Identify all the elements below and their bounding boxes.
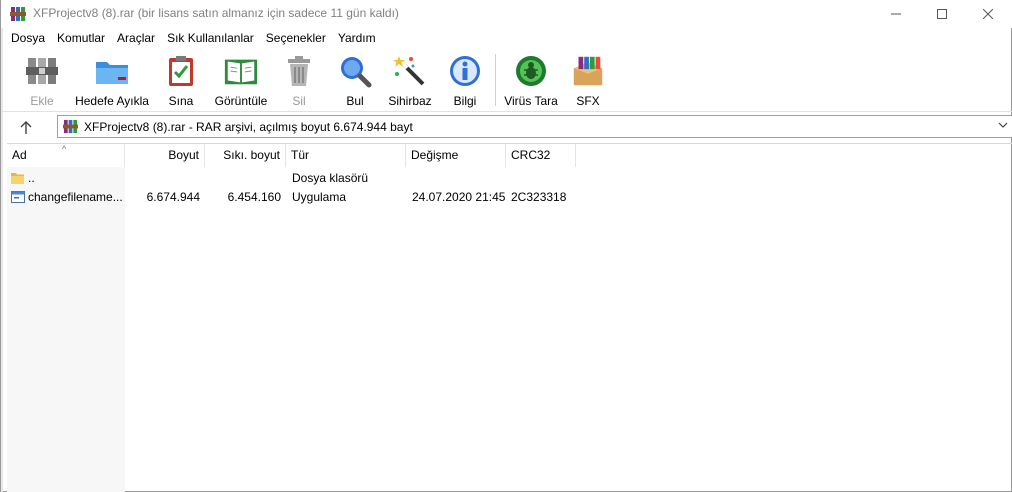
column-header-crc32[interactable]: CRC32	[506, 144, 576, 167]
column-header-name[interactable]: ^ Ad	[7, 144, 125, 167]
winrar-icon	[10, 6, 26, 22]
sfx-box-icon	[570, 52, 606, 90]
virus-scan-label: Virüs Tara	[504, 94, 558, 108]
column-name-label: Ad	[12, 148, 27, 162]
extract-to-button[interactable]: Hedefe Ayıkla	[71, 52, 153, 110]
cell-packed-size: 6.454.160	[227, 190, 281, 204]
cell-name: changefilename...	[28, 190, 123, 204]
info-button[interactable]: Bilgi	[445, 52, 485, 110]
view-button[interactable]: Görüntüle	[211, 52, 271, 110]
sort-ascending-icon: ^	[62, 144, 67, 154]
virus-scan-button[interactable]: Virüs Tara	[501, 52, 561, 110]
magnifier-icon	[337, 52, 373, 90]
delete-button[interactable]: Sil	[281, 52, 317, 110]
up-folder-button[interactable]	[13, 117, 39, 137]
clipboard-check-icon	[163, 52, 199, 90]
toolbar: Ekle Hedefe Ayıkla Sına Görüntüle Sil Bu…	[1, 48, 1012, 112]
maximize-icon	[937, 9, 947, 19]
add-label: Ekle	[30, 94, 54, 108]
maximize-button[interactable]	[919, 0, 965, 28]
address-bar: XFProjectv8 (8).rar - RAR arşivi, açılmı…	[1, 113, 1012, 140]
cell-modified: 24.07.2020 21:45	[412, 190, 506, 204]
cell-crc32	[511, 168, 576, 188]
close-icon	[983, 9, 993, 19]
name-column-background	[7, 167, 125, 492]
test-label: Sına	[168, 94, 194, 108]
cell-type: Uygulama	[292, 190, 347, 204]
book-icon	[223, 52, 259, 90]
arrow-up-icon	[20, 120, 32, 134]
trash-icon	[281, 52, 317, 90]
column-header-type[interactable]: Tür	[286, 144, 406, 167]
menu-araclar[interactable]: Araçlar	[111, 31, 161, 45]
application-icon	[11, 190, 25, 204]
add-archive-icon	[24, 52, 60, 90]
menu-yardim[interactable]: Yardım	[332, 31, 382, 45]
app-window: XFProjectv8 (8).rar (bir lisans satın al…	[0, 0, 1012, 492]
cell-type: Dosya klasörü	[292, 171, 369, 185]
extract-label: Hedefe Ayıkla	[75, 94, 149, 108]
minimize-button[interactable]	[873, 0, 919, 28]
test-button[interactable]: Sına	[161, 52, 201, 110]
cell-size	[125, 168, 200, 188]
bug-icon	[513, 52, 549, 90]
view-label: Görüntüle	[214, 94, 268, 108]
wizard-label: Sihirbaz	[388, 94, 432, 108]
delete-label: Sil	[292, 94, 306, 108]
cell-size: 6.674.944	[146, 190, 200, 204]
cell-packed-size	[205, 168, 281, 188]
extract-folder-icon	[94, 52, 130, 90]
info-label: Bilgi	[453, 94, 477, 108]
folder-icon	[11, 171, 25, 185]
column-header-row: ^ Ad Boyut Sıkı. boyut Tür Değişme CRC32	[7, 144, 1012, 167]
list-item-parent-folder[interactable]: .. Dosya klasörü	[7, 168, 1012, 188]
address-combobox[interactable]: XFProjectv8 (8).rar - RAR arşivi, açılmı…	[57, 115, 1012, 138]
find-label: Bul	[346, 94, 364, 108]
rar-archive-icon	[63, 119, 78, 134]
address-text: XFProjectv8 (8).rar - RAR arşivi, açılmı…	[84, 120, 413, 134]
cell-name: ..	[28, 171, 35, 185]
menu-secenekler[interactable]: Seçenekler	[260, 31, 332, 45]
menu-bar: Dosya Komutlar Araçlar Sık Kullanılanlar…	[1, 28, 1012, 48]
wizard-button[interactable]: Sihirbaz	[385, 52, 435, 110]
find-button[interactable]: Bul	[335, 52, 375, 110]
cell-crc32: 2C323318	[511, 190, 567, 204]
toolbar-separator	[495, 54, 496, 106]
menu-komutlar[interactable]: Komutlar	[51, 31, 111, 45]
title-bar: XFProjectv8 (8).rar (bir lisans satın al…	[1, 0, 1012, 28]
cell-modified	[412, 168, 506, 188]
menu-sik-kullanilanlar[interactable]: Sık Kullanılanlar	[161, 31, 260, 45]
info-icon	[447, 52, 483, 90]
menu-dosya[interactable]: Dosya	[5, 31, 51, 45]
add-button[interactable]: Ekle	[21, 52, 63, 110]
minimize-icon	[891, 13, 901, 15]
list-item-file[interactable]: changefilename... 6.674.944 6.454.160 Uy…	[7, 187, 1012, 207]
sfx-label: SFX	[576, 94, 600, 108]
file-list: ^ Ad Boyut Sıkı. boyut Tür Değişme CRC32…	[7, 143, 1012, 492]
magic-wand-icon	[392, 52, 428, 90]
column-header-packed-size[interactable]: Sıkı. boyut	[205, 144, 286, 167]
column-header-modified[interactable]: Değişme	[406, 144, 506, 167]
close-button[interactable]	[965, 0, 1011, 28]
window-title: XFProjectv8 (8).rar (bir lisans satın al…	[33, 6, 399, 20]
sfx-button[interactable]: SFX	[567, 52, 609, 110]
column-header-size[interactable]: Boyut	[125, 144, 205, 167]
chevron-down-icon[interactable]	[998, 119, 1008, 133]
